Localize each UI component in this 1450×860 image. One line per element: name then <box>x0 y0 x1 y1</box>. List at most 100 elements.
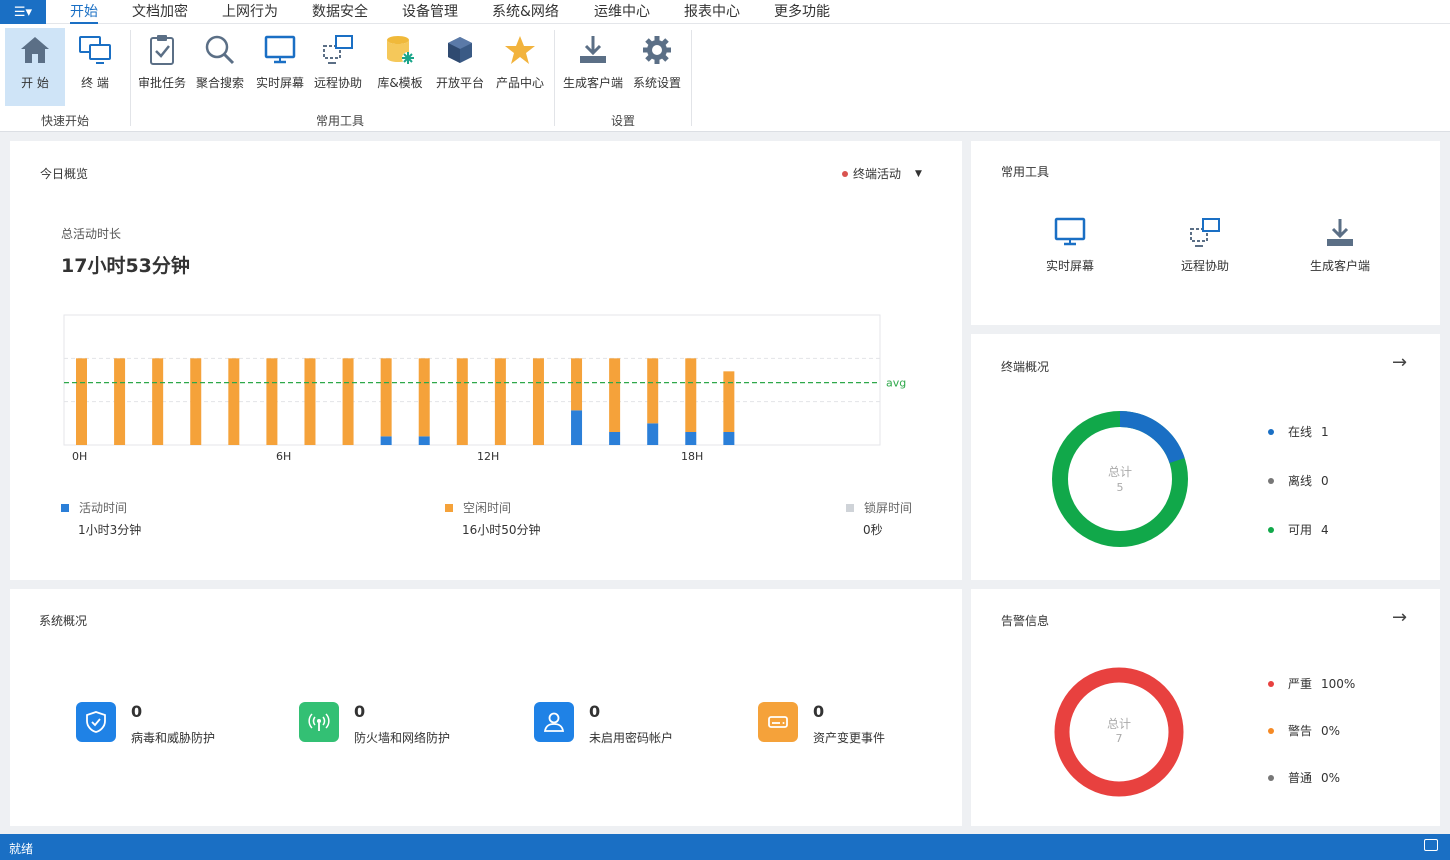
asset-change-label[interactable]: 资产变更事件 <box>813 729 885 746</box>
legend-offline-value: 0 <box>1321 473 1329 488</box>
ribbon-approval-button[interactable]: 审批任务 <box>132 28 192 106</box>
ribbon-live-screen-label: 实时屏幕 <box>255 76 304 90</box>
ribbon-library-label: 库&模板 <box>377 76 423 90</box>
firewall-label[interactable]: 防火墙和网络防护 <box>354 729 450 746</box>
legend-square <box>445 503 453 512</box>
ribbon-group-quick-start: 快速开始 <box>40 114 89 128</box>
common-tools-card: 常用工具 实时屏幕 远程协助 生成客户端 <box>971 141 1440 325</box>
alerts-total-value: 7 <box>1115 732 1123 745</box>
lock-time-legend: 锁屏时间 <box>846 499 912 516</box>
activity-filter-dropdown[interactable]: 终端活动 ▼ <box>842 165 922 182</box>
chart-bar-segment <box>609 358 621 432</box>
ribbon-open-platform-label: 开放平台 <box>435 76 484 90</box>
chart-bar-segment <box>190 358 202 445</box>
app-menu-button[interactable]: ☰▾ <box>0 0 46 24</box>
legend-dot <box>1268 428 1274 435</box>
legend-square <box>61 503 69 512</box>
ribbon-generate-client-button[interactable]: 生成客户端 <box>560 28 626 106</box>
arrow-right-icon[interactable]: → <box>1392 607 1407 628</box>
download-icon <box>1327 219 1353 246</box>
star-icon <box>502 32 538 68</box>
status-dot-icon <box>842 170 848 177</box>
no-password-count: 0 <box>589 702 601 721</box>
tab-doc-encryption[interactable]: 文档加密 <box>132 0 188 24</box>
chart-bar-segment <box>418 436 430 445</box>
firewall-count: 0 <box>354 702 366 721</box>
tool-live-screen[interactable]: 实时屏幕 <box>1035 217 1105 274</box>
tool-remote-assist[interactable]: 远程协助 <box>1170 217 1240 274</box>
tool-generate-client[interactable]: 生成客户端 <box>1300 217 1380 274</box>
cube-icon <box>442 32 478 68</box>
ribbon-system-settings-button[interactable]: 系统设置 <box>627 28 687 106</box>
tool-live-screen-label: 实时屏幕 <box>1045 259 1094 273</box>
no-password-label[interactable]: 未启用密码帐户 <box>589 729 673 746</box>
arrow-right-icon[interactable]: → <box>1392 352 1407 373</box>
ribbon-open-platform-button[interactable]: 开放平台 <box>430 28 490 106</box>
tab-start[interactable]: 开始 <box>70 0 98 24</box>
tab-web-behavior[interactable]: 上网行为 <box>222 0 278 24</box>
ribbon-separator <box>691 30 692 126</box>
tab-report-center[interactable]: 报表中心 <box>684 0 740 24</box>
terminals-icon <box>77 32 113 68</box>
ribbon-terminals-label: 终 端 <box>81 76 109 90</box>
monitor-icon <box>1054 217 1086 246</box>
ribbon-terminals-button[interactable]: 终 端 <box>65 28 125 106</box>
legend-dot <box>1268 774 1274 781</box>
menu-grid-icon: ☰▾ <box>13 4 33 20</box>
alerts-title: 告警信息 <box>1001 614 1050 628</box>
chart-bar-segment <box>342 358 354 445</box>
ribbon-group-common-tools: 常用工具 <box>315 114 364 128</box>
chart-bar-segment <box>114 358 126 445</box>
x-tick-label: 18H <box>681 450 704 463</box>
ribbon-library-button[interactable]: 库&模板 <box>370 28 430 106</box>
x-tick-label: 0H <box>72 450 88 463</box>
legend-normal-label: 普通 <box>1288 771 1313 785</box>
monitor-icon <box>262 32 298 68</box>
chart-avg-label: avg <box>886 377 906 390</box>
legend-dot <box>1268 477 1274 484</box>
system-overview-card: 系统概况 0 病毒和威胁防护 0 防火墙和网络防护 0 未启用密码帐户 0 资产… <box>10 589 962 826</box>
chart-bar-segment <box>266 358 278 445</box>
idle-time-legend: 空闲时间 <box>445 499 511 516</box>
chart-bar-segment <box>647 358 659 424</box>
chart-bar-segment <box>571 358 583 411</box>
remote-icon <box>1190 218 1220 247</box>
tool-generate-client-label: 生成客户端 <box>1309 259 1370 273</box>
tab-device-management[interactable]: 设备管理 <box>402 0 458 24</box>
ribbon-separator <box>554 30 555 126</box>
ribbon-start-button[interactable]: 开 始 <box>5 28 65 106</box>
today-overview-title: 今日概览 <box>40 167 89 181</box>
ribbon-remote-assist-button[interactable]: 远程协助 <box>308 28 368 106</box>
chart-plot-area <box>63 314 881 446</box>
chart-bar-segment <box>418 358 430 437</box>
tool-remote-assist-label: 远程协助 <box>1180 259 1229 273</box>
x-tick-label: 6H <box>276 450 292 463</box>
x-tick-label: 12H <box>477 450 500 463</box>
chart-bar-segment <box>380 436 392 445</box>
gear-icon <box>639 32 675 68</box>
tab-ops-center[interactable]: 运维中心 <box>594 0 650 24</box>
notification-icon[interactable] <box>1424 839 1438 851</box>
chart-bar-segment <box>647 423 659 445</box>
legend-dot <box>1268 526 1274 533</box>
ribbon-search-button[interactable]: 聚合搜索 <box>190 28 250 106</box>
ribbon-separator <box>130 30 131 126</box>
ribbon-live-screen-button[interactable]: 实时屏幕 <box>250 28 310 106</box>
chart-bar-segment <box>494 358 506 445</box>
lock-time-value: 0秒 <box>863 523 883 537</box>
virus-protection-label[interactable]: 病毒和威胁防护 <box>131 729 215 746</box>
ribbon-product-center-button[interactable]: 产品中心 <box>490 28 550 106</box>
status-bar: 就绪 <box>0 834 1450 860</box>
tab-system-network[interactable]: 系统&网络 <box>492 0 559 24</box>
remote-icon <box>320 32 356 68</box>
idle-time-value: 16小时50分钟 <box>462 523 541 537</box>
wireless-icon <box>299 702 339 742</box>
tab-more-features[interactable]: 更多功能 <box>774 0 830 24</box>
legend-normal-value: 0% <box>1321 770 1341 785</box>
ribbon-approval-label: 审批任务 <box>137 76 186 90</box>
active-time-value: 1小时3分钟 <box>78 523 142 537</box>
legend-dot <box>1268 727 1274 734</box>
legend-available-label: 可用 <box>1288 523 1313 537</box>
database-icon <box>382 32 418 68</box>
tab-data-security[interactable]: 数据安全 <box>312 0 368 24</box>
